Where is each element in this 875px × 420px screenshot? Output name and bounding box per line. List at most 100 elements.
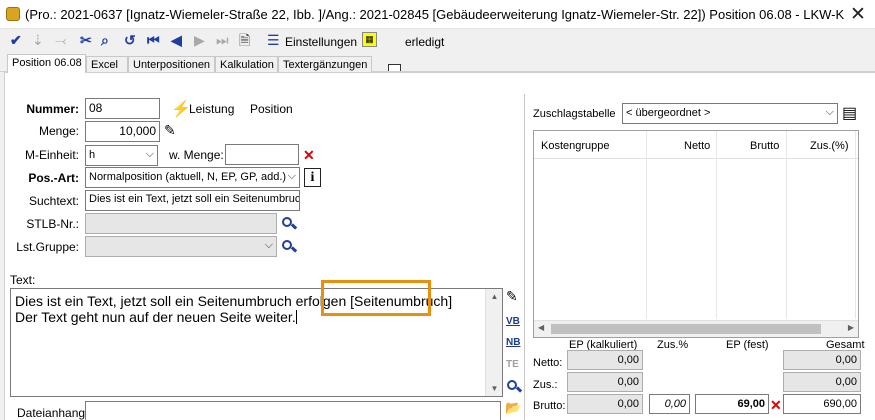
posart-label: Pos.-Art: [28,171,79,185]
position-link[interactable]: Position [250,102,293,116]
grid-icon[interactable]: ▦ [362,32,377,47]
info-icon[interactable]: i [304,168,321,187]
previous-record-icon[interactable]: ◀ [171,32,182,48]
stlb-search-icon[interactable] [281,216,298,232]
posart-select[interactable]: Normalposition (aktuell, N, EP, GP, add.… [85,167,300,188]
zuschlag-label: Zuschlagstabelle [533,108,616,120]
last-record-icon[interactable]: ⏭ [216,32,229,48]
brutto-gesamt: 690,00 [783,394,861,414]
zus-label: Zus.: [533,379,558,391]
nummer-label: Nummer: [26,102,79,116]
zus-gesamt: 0,00 [783,372,861,392]
first-record-icon[interactable]: ⏮ [147,32,160,48]
next-record-icon[interactable]: ▶ [194,32,205,48]
suchtext-label: Suchtext: [28,194,79,208]
head-zus: Zus.% [657,339,689,351]
zus-ep: 0,00 [567,372,643,392]
table-view-icon[interactable]: ▤ [842,103,857,123]
col-divider [716,131,717,319]
posart-value: Normalposition (aktuell, N, EP, GP, add.… [89,171,287,183]
text-label: Text: [10,273,36,287]
col-kostengruppe[interactable]: Kostengruppe [541,140,610,152]
tab-textergaenzungen[interactable]: Textergänzungen [278,56,372,73]
lstgruppe-select[interactable]: ⌵ [85,236,277,257]
meinheit-label: M-Einheit: [24,148,79,162]
leistung-link[interactable]: Leistung [189,102,234,116]
settings-button[interactable]: Einstellungen [285,34,357,50]
meinheit-select[interactable]: h ⌵ [85,145,158,166]
vb-button[interactable]: VB [506,316,520,327]
notes-icon[interactable]: 🗎 [239,32,250,48]
tab-kalkulation[interactable]: Kalkulation [215,56,278,73]
window-title: (Pro.: 2021-0637 [Ignatz-Wiemeler-Straße… [25,7,845,22]
col-zus[interactable]: Zus.(%) [810,140,849,152]
text-line-1: Dies ist ein Text, jetzt soll ein Seiten… [15,293,351,309]
table-header: Kostengruppe Netto Brutto Zus.(%) [534,131,858,159]
brutto-fest-input[interactable]: 69,00 [695,394,769,414]
erledigt-label: erledigt [405,35,445,49]
text-cursor [295,310,297,324]
scroll-left-icon[interactable]: ◀ [538,323,544,332]
list-settings-icon[interactable]: ☰ [267,32,280,48]
te-button[interactable]: TE [506,359,519,370]
wmenge-label: w. Menge: [169,148,224,162]
col-netto[interactable]: Netto [684,140,710,152]
chevron-down-icon: ⌵ [145,148,154,160]
check-icon[interactable]: ✔ [10,32,22,48]
lightning-icon[interactable]: ⚡ [171,99,191,119]
col-brutto[interactable]: Brutto [750,140,779,152]
brutto-ep: 0,00 [567,394,643,414]
search-icon[interactable]: ⌕ [101,32,109,48]
brutto-label: Brutto: [533,400,566,412]
zuschlag-select[interactable]: < übergeordnet > ⌵ [622,103,838,124]
meinheit-value: h [89,149,96,161]
table-hscrollbar[interactable]: ◀ ▶ [534,320,858,337]
tab-bar: Position 06.08 Excel Unterpositionen Kal… [0,54,875,73]
folder-icon[interactable]: 📂 [505,400,521,416]
col-divider [855,131,856,319]
panel-divider [524,94,525,420]
scroll-right-icon[interactable]: ▶ [848,323,854,332]
edit-text-icon[interactable]: ✎ [506,288,518,305]
undo-icon[interactable]: ↺ [124,32,136,48]
tab-excel[interactable]: Excel [86,56,128,73]
zuschlag-value: < übergeordnet > [626,107,711,119]
scroll-thumb[interactable] [551,324,821,334]
scroll-down-icon[interactable]: ▼ [486,384,503,393]
highlight-box [321,280,431,316]
chevron-down-icon: ⌵ [264,239,273,251]
nummer-input[interactable]: 08 [85,98,160,119]
text-line-2: Der Text geht nun auf der neuen Seite we… [15,309,296,325]
menge-input[interactable]: 10,000 [85,121,160,142]
suchtext-input[interactable]: Dies ist ein Text, jetzt soll ein Seiten… [85,190,300,211]
chevron-down-icon: ⌵ [287,170,296,182]
dateianhang-input[interactable] [85,401,501,420]
menge-label: Menge: [38,124,79,138]
nb-button[interactable]: NB [506,337,520,348]
netto-label: Netto: [533,357,563,369]
close-icon[interactable]: ✕ [850,3,866,26]
edit-pencil-icon[interactable]: ✎ [164,122,176,139]
title-bar: (Pro.: 2021-0637 [Ignatz-Wiemeler-Straße… [0,0,875,29]
position-panel: Nummer: 08 ⚡ Leistung Position Menge: 10… [4,72,875,420]
netto-gesamt: 0,00 [783,350,861,370]
clear-ep-fest-icon[interactable]: ✕ [770,397,782,414]
copy-down-icon[interactable]: ⇣ [32,32,44,48]
scroll-up-icon[interactable]: ▲ [486,292,503,301]
stamp-icon[interactable]: ⤙ [55,32,66,48]
lstgruppe-label: Lst.Gruppe: [16,240,79,254]
clear-wmenge-icon[interactable]: ✕ [303,147,315,164]
brutto-zus-input[interactable]: 0,00 [649,394,690,414]
cut-icon[interactable]: ✂ [80,32,92,48]
head-ep-fest: EP (fest) [726,339,769,351]
dateianhang-label: Dateianhang: [17,406,89,420]
lstgruppe-search-icon[interactable] [281,239,298,255]
wmenge-input[interactable] [225,144,299,165]
tab-position[interactable]: Position 06.08 [7,54,86,73]
kostengruppe-table[interactable]: Kostengruppe Netto Brutto Zus.(%) ◀ ▶ [533,130,859,338]
app-icon [6,7,20,21]
editor-scrollbar[interactable]: ▲ ▼ [485,289,502,396]
tab-unterpositionen[interactable]: Unterpositionen [128,56,215,73]
text-search-icon[interactable] [506,379,523,395]
stlb-input[interactable] [85,213,277,234]
